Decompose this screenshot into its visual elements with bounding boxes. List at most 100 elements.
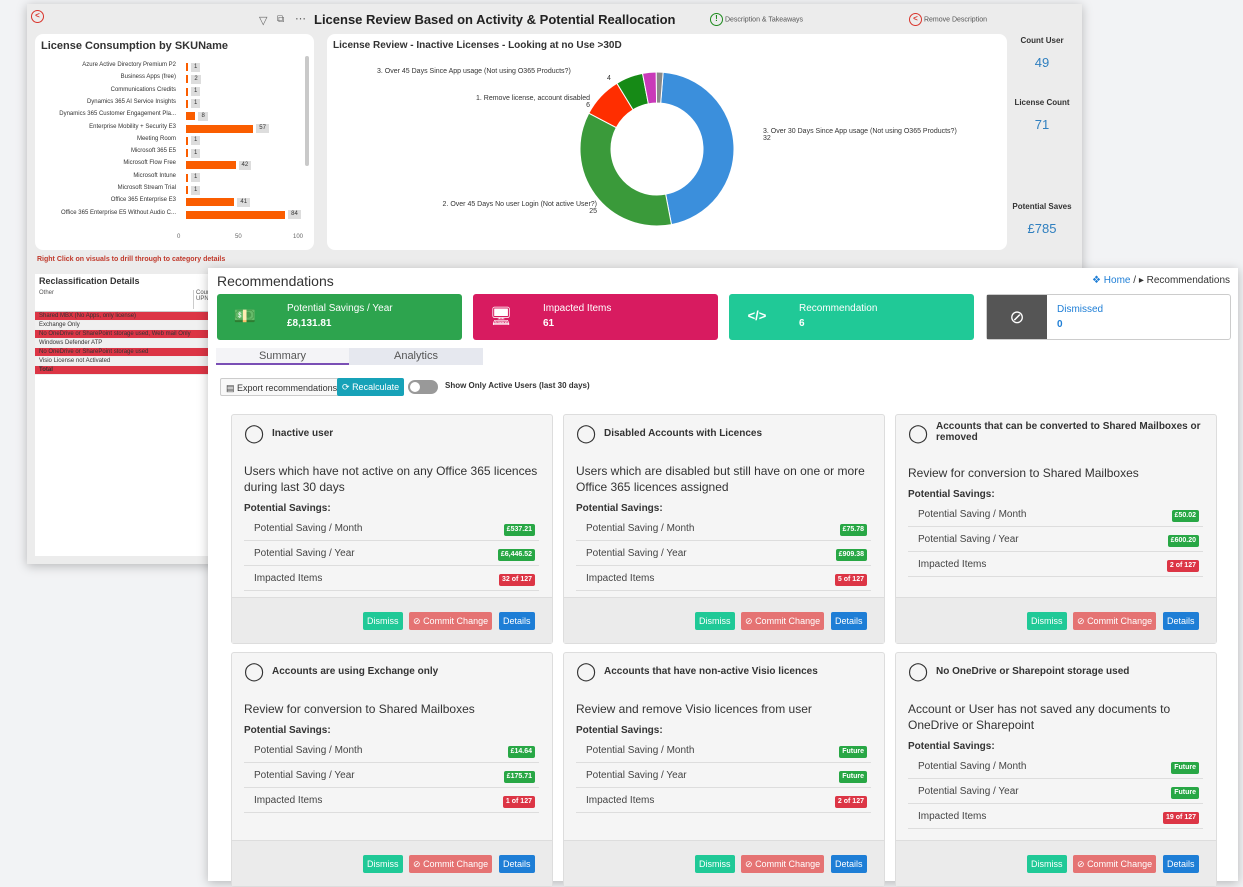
details-button[interactable]: Details (1163, 612, 1199, 630)
reclassification-row[interactable]: Visio License not Activated (35, 357, 211, 366)
recommendations-title: Recommendations (217, 273, 334, 289)
sku-bar[interactable] (186, 63, 188, 71)
drill-hint: Right Click on visuals to drill through … (37, 256, 226, 263)
card-footer: Dismiss ⊘ Commit Change Details (232, 840, 552, 886)
recommendation-card: ◯ Accounts that can be converted to Shar… (895, 414, 1217, 644)
card-savings-heading: Potential Savings: (244, 503, 331, 514)
details-button[interactable]: Details (831, 855, 867, 873)
tab-analytics[interactable]: Analytics (349, 348, 483, 365)
donut-slice[interactable] (660, 71, 735, 226)
sku-category-label: Business Apps (free) (120, 74, 176, 81)
sku-bar[interactable] (186, 210, 286, 219)
sku-category-label: Dynamics 365 AI Service Insights (86, 98, 176, 105)
donut-label-d: 2. Over 45 Days No user Login (Not activ… (442, 201, 597, 215)
details-button[interactable]: Details (1163, 855, 1199, 873)
reclassification-row[interactable]: Windows Defender ATP (35, 339, 211, 348)
sku-data-label: 1 (191, 136, 201, 146)
card-row-year: Potential Saving / Year Future (908, 780, 1203, 804)
card-row-items: Impacted Items 5 of 127 (576, 567, 871, 591)
card-description: Review and remove Visio licences from us… (576, 702, 812, 716)
reclassification-row[interactable]: Exchange Only (35, 321, 211, 330)
sku-bar[interactable] (186, 198, 235, 207)
reclassification-row[interactable]: No OneDrive or SharePoint storage used (35, 348, 211, 357)
dismiss-button[interactable]: Dismiss (1027, 612, 1067, 630)
sku-bar[interactable] (186, 186, 188, 194)
reclassification-row[interactable]: Total (35, 366, 211, 375)
filter-icon[interactable]: ▽ (259, 14, 267, 27)
sku-category-label: Communications Credits (110, 86, 176, 93)
recalculate-button[interactable]: ⟳ Recalculate (337, 378, 405, 396)
commit-change-button[interactable]: ⊘ Commit Change (1073, 612, 1157, 630)
sku-bar[interactable] (186, 75, 189, 84)
sku-bar[interactable] (186, 124, 254, 133)
file-icon: ▤ (226, 383, 235, 393)
sku-category-label: Enterprise Mobility + Security E3 (89, 123, 176, 130)
reclassification-row[interactable]: No OneDrive or SharePoint storage used, … (35, 330, 211, 339)
sku-bar[interactable] (186, 112, 196, 121)
sku-bar[interactable] (186, 149, 188, 158)
sku-data-label: 1 (191, 87, 201, 97)
tile-impacted-items[interactable]: 🖥 Impacted Items 61 (473, 294, 718, 340)
reclassification-table[interactable]: Reclassification Details Other Cour UPN … (35, 274, 211, 556)
dismiss-button[interactable]: Dismiss (363, 855, 403, 873)
sku-category-label: Microsoft Stream Trial (117, 185, 176, 191)
sku-bar[interactable] (186, 161, 236, 170)
sku-chart-card[interactable]: License Consumption by SKUName Azure Act… (35, 34, 314, 250)
tile-savings-label: Potential Savings / Year (287, 303, 393, 314)
commit-change-button[interactable]: ⊘ Commit Change (741, 855, 825, 873)
lightbulb-icon: ◯ (908, 661, 929, 681)
card-year-badge: £175.71 (503, 771, 535, 783)
details-button[interactable]: Details (831, 612, 867, 630)
sku-data-label: 1 (191, 173, 201, 183)
sku-bar[interactable] (186, 136, 188, 145)
dismiss-button[interactable]: Dismiss (1027, 855, 1067, 873)
donut-label-a: 3. Over 45 Days Since App usage (Not usi… (377, 68, 611, 82)
back-icon[interactable]: < (31, 10, 44, 23)
sku-bar[interactable] (186, 87, 188, 96)
tile-potential-savings[interactable]: 💵 Potential Savings / Year £8,131.81 (217, 294, 462, 340)
tile-dismissed[interactable]: ⊘ Dismissed 0 (986, 294, 1231, 340)
commit-change-button[interactable]: ⊘ Commit Change (1073, 855, 1157, 873)
reclassification-row[interactable]: Shared MBX (No Apps, only license) (35, 312, 211, 321)
card-month-badge: Future (839, 746, 867, 758)
sku-scrollbar[interactable] (305, 56, 309, 166)
dismiss-button[interactable]: Dismiss (363, 612, 403, 630)
card-items-badge: 19 of 127 (1163, 812, 1199, 824)
card-row-year: Potential Saving / Year £600.20 (908, 528, 1203, 552)
sku-category-label: Microsoft Flow Free (123, 160, 176, 167)
card-year-badge: £6,446.52 (497, 549, 535, 561)
tile-impacted-label: Impacted Items (543, 303, 612, 314)
description-button[interactable]: ! Description & Takeaways (710, 13, 803, 26)
details-button[interactable]: Details (499, 855, 535, 873)
sku-bar[interactable] (186, 173, 188, 182)
dismiss-button[interactable]: Dismiss (695, 855, 735, 873)
focus-icon[interactable]: ⧉ (277, 14, 284, 25)
tile-recommendation-label: Recommendation (799, 303, 878, 314)
card-description: Users which have not active on any Offic… (244, 464, 538, 494)
commit-change-button[interactable]: ⊘ Commit Change (409, 855, 493, 873)
commit-change-button[interactable]: ⊘ Commit Change (741, 612, 825, 630)
recommendation-card: ◯ Inactive user Users which have not act… (231, 414, 553, 644)
reclassification-col-other: Other (39, 290, 55, 296)
tab-summary[interactable]: Summary (216, 348, 349, 365)
breadcrumb-current: Recommendations (1146, 275, 1230, 286)
breadcrumb-home[interactable]: Home (1104, 275, 1131, 286)
remove-description-button[interactable]: < Remove Description (909, 13, 987, 26)
tile-recommendation[interactable]: </> Recommendation 6 (729, 294, 974, 340)
kpi-count-user: Count User 49 (1020, 36, 1064, 70)
export-button[interactable]: ▤ Export recommendations (220, 378, 344, 396)
card-month-badge: £75.78 (839, 524, 867, 536)
card-row-month: Potential Saving / Month Future (908, 755, 1203, 779)
active-users-toggle[interactable] (408, 380, 438, 394)
description-label: Description & Takeaways (724, 16, 804, 24)
ban-icon: ⊘ (413, 616, 421, 626)
donut-chart-card[interactable]: License Review - Inactive Licenses - Loo… (327, 34, 1007, 250)
more-options-icon[interactable]: ⋯ (295, 12, 306, 25)
details-button[interactable]: Details (499, 612, 535, 630)
card-year-badge: Future (839, 771, 867, 783)
commit-change-button[interactable]: ⊘ Commit Change (409, 612, 493, 630)
ban-icon: ⊘ (1077, 859, 1085, 869)
dismiss-button[interactable]: Dismiss (695, 612, 735, 630)
sku-bar[interactable] (186, 99, 188, 108)
card-row-year: Potential Saving / Year £175.71 (244, 764, 539, 788)
